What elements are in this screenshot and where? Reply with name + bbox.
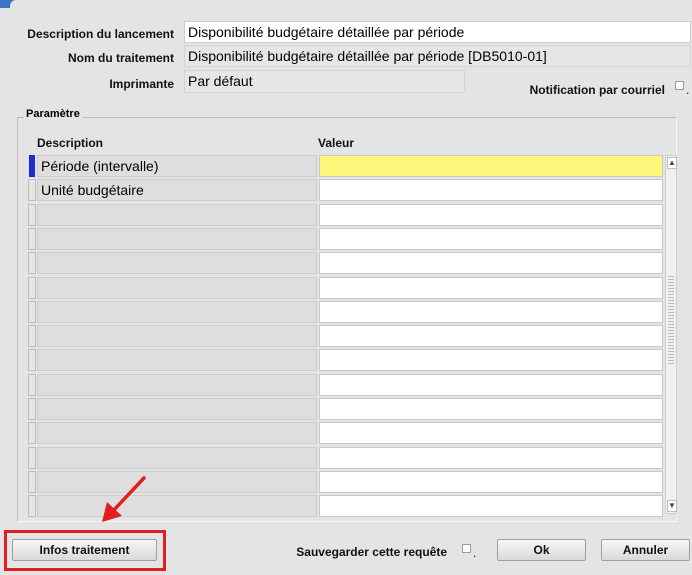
- row-indicator[interactable]: [28, 252, 36, 274]
- table-row: Unité budgétaire: [28, 179, 664, 201]
- table-row: [28, 204, 664, 226]
- table-row: [28, 325, 664, 347]
- scroll-down-icon[interactable]: ▼: [667, 500, 677, 512]
- email-notification-label: Notification par courriel: [529, 83, 665, 97]
- table-row: [28, 228, 664, 250]
- process-name-label: Nom du traitement: [67, 51, 174, 65]
- table-row: [28, 374, 664, 396]
- parameter-description-cell: [37, 252, 317, 274]
- parameter-description-cell: [37, 349, 317, 371]
- launch-description-field[interactable]: Disponibilité budgétaire détaillée par p…: [184, 21, 691, 43]
- scroll-up-icon[interactable]: ▲: [667, 157, 677, 169]
- parameter-value-field[interactable]: [319, 155, 663, 177]
- row-indicator[interactable]: [28, 349, 36, 371]
- checkbox-dot: .: [686, 83, 690, 97]
- row-indicator[interactable]: [28, 398, 36, 420]
- parameter-description-cell: [37, 398, 317, 420]
- row-indicator[interactable]: [28, 301, 36, 323]
- highlight-box: [4, 530, 166, 571]
- parameter-value-field[interactable]: [319, 228, 663, 250]
- table-row: [28, 349, 664, 371]
- process-name-field: Disponibilité budgétaire détaillée par p…: [184, 45, 691, 67]
- window-top-edge: [0, 0, 692, 8]
- parameter-description-cell: [37, 495, 317, 517]
- parameter-value-field[interactable]: [319, 277, 663, 299]
- printer-field[interactable]: Par défaut: [184, 70, 465, 93]
- parameter-description-cell: [37, 204, 317, 226]
- row-indicator[interactable]: [28, 179, 36, 201]
- row-indicator[interactable]: [28, 495, 36, 517]
- table-row: [28, 301, 664, 323]
- parameter-description-cell: [37, 447, 317, 469]
- row-indicator[interactable]: [28, 277, 36, 299]
- parameter-description-cell: Unité budgétaire: [37, 179, 317, 201]
- parameter-description-cell: [37, 422, 317, 444]
- parameter-value-field[interactable]: [319, 301, 663, 323]
- parameter-description-cell: Période (intervalle): [37, 155, 317, 177]
- table-row: [28, 447, 664, 469]
- parameter-value-field[interactable]: [319, 495, 663, 517]
- save-query-checkbox[interactable]: [462, 544, 471, 553]
- email-notification-checkbox[interactable]: [675, 81, 684, 90]
- row-indicator[interactable]: [28, 204, 36, 226]
- save-query-label: Sauvegarder cette requête: [296, 545, 447, 559]
- parameter-value-field[interactable]: [319, 447, 663, 469]
- row-indicator[interactable]: [28, 422, 36, 444]
- table-row: [28, 252, 664, 274]
- row-indicator[interactable]: [28, 228, 36, 250]
- parameter-description-cell: [37, 471, 317, 493]
- parameter-value-field[interactable]: [319, 179, 663, 201]
- parameter-value-field[interactable]: [319, 471, 663, 493]
- parameter-value-field[interactable]: [319, 204, 663, 226]
- value-column-header: Valeur: [318, 136, 355, 150]
- description-column-header: Description: [37, 136, 104, 150]
- table-row: Période (intervalle): [28, 155, 664, 177]
- row-indicator[interactable]: [28, 325, 36, 347]
- parameter-value-field[interactable]: [319, 252, 663, 274]
- cancel-button[interactable]: Annuler: [601, 539, 690, 561]
- row-indicator[interactable]: [29, 155, 35, 177]
- parameter-value-field[interactable]: [319, 398, 663, 420]
- row-indicator[interactable]: [28, 447, 36, 469]
- table-row: [28, 277, 664, 299]
- ok-button[interactable]: Ok: [497, 539, 586, 561]
- table-row: [28, 422, 664, 444]
- parameter-value-field[interactable]: [319, 325, 663, 347]
- parameter-value-field[interactable]: [319, 422, 663, 444]
- annotation-arrow-icon: [102, 476, 146, 522]
- parameters-scrollbar[interactable]: ▲ ▼: [665, 155, 677, 514]
- scroll-thumb[interactable]: [668, 276, 674, 366]
- row-indicator[interactable]: [28, 471, 36, 493]
- checkbox-dot: .: [473, 546, 477, 560]
- parameter-description-cell: [37, 325, 317, 347]
- table-row: [28, 398, 664, 420]
- launch-description-label: Description du lancement: [27, 27, 174, 41]
- parameter-value-field[interactable]: [319, 349, 663, 371]
- parameter-description-cell: [37, 277, 317, 299]
- parameter-value-field[interactable]: [319, 374, 663, 396]
- parameter-description-cell: [37, 228, 317, 250]
- parameter-description-cell: [37, 301, 317, 323]
- parameter-description-cell: [37, 374, 317, 396]
- parameters-group-title: Paramètre: [24, 108, 82, 120]
- printer-label: Imprimante: [109, 77, 174, 91]
- row-indicator[interactable]: [28, 374, 36, 396]
